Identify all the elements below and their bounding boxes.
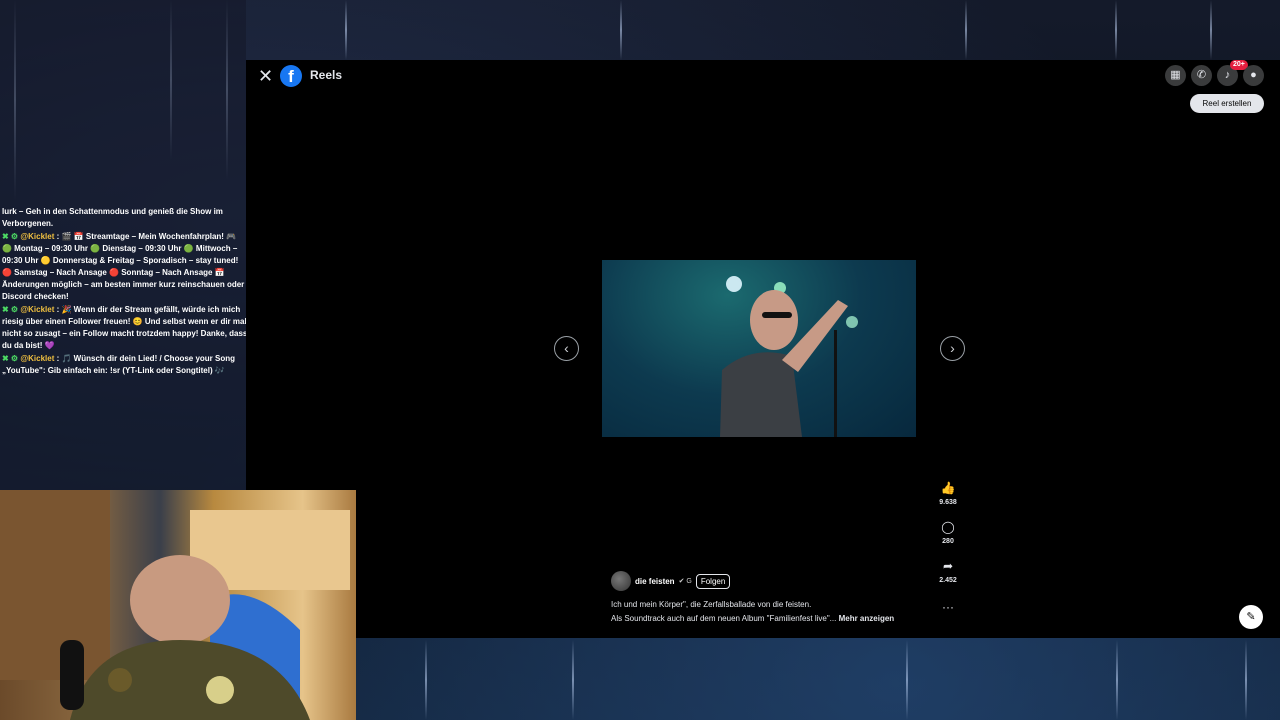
previous-reel-button[interactable]: ‹ bbox=[554, 336, 579, 361]
mod-badge-icon: ✖ ⚙ bbox=[2, 305, 21, 314]
chat-username: @Kicklet bbox=[20, 232, 55, 241]
mod-badge-icon: ✖ ⚙ bbox=[2, 354, 21, 363]
mod-badge-icon: ✖ ⚙ bbox=[2, 232, 21, 241]
rain-line bbox=[1116, 640, 1118, 720]
show-more-link[interactable]: Mehr anzeigen bbox=[839, 614, 895, 623]
chat-message-text: : 🎬 📅 Streamtage – Mein Wochenfahrplan! … bbox=[2, 232, 245, 301]
rain-line bbox=[1115, 0, 1117, 60]
caption-line-2-text: Als Soundtrack auch auf dem neuen Album … bbox=[611, 614, 837, 623]
chat-message: ✖ ⚙ @Kicklet : 🎬 📅 Streamtage – Mein Woc… bbox=[2, 231, 248, 303]
author-name[interactable]: die feisten bbox=[635, 577, 675, 586]
share-count: 2.452 bbox=[939, 577, 957, 584]
rain-line bbox=[572, 640, 574, 720]
facebook-reels-window: ✕ f Reels ▦ ✆ ♪ 20+ ● Reel erstellen ‹ ›… bbox=[246, 60, 1280, 638]
webcam-image bbox=[0, 490, 350, 720]
comment-icon: ◯ bbox=[941, 520, 955, 534]
menu-grid-icon[interactable]: ▦ bbox=[1165, 65, 1186, 86]
comment-action[interactable]: ◯ 280 bbox=[932, 520, 964, 545]
like-count: 9.638 bbox=[939, 499, 957, 506]
create-reel-label: Reel erstellen bbox=[1202, 99, 1252, 108]
video-frame-image bbox=[720, 276, 858, 437]
next-reel-button[interactable]: › bbox=[940, 336, 965, 361]
webcam-feed bbox=[0, 490, 356, 720]
rain-line bbox=[1210, 0, 1212, 60]
reel-author-row: die feisten ✔ G Folgen bbox=[611, 571, 731, 591]
reels-header: ✕ f Reels ▦ ✆ ♪ 20+ ● bbox=[246, 60, 1280, 94]
compose-edit-button[interactable]: ✎ bbox=[1239, 605, 1263, 629]
rain-line bbox=[965, 0, 967, 60]
profile-avatar-icon[interactable]: ● bbox=[1243, 65, 1264, 86]
rain-line bbox=[906, 640, 908, 720]
facebook-logo-icon[interactable]: f bbox=[280, 65, 302, 87]
rain-line bbox=[620, 0, 622, 60]
more-options-icon: ··· bbox=[942, 600, 954, 614]
share-action[interactable]: ➦ 2.452 bbox=[932, 559, 964, 584]
chat-message: ✖ ⚙ @Kicklet : 🎉 Wenn dir der Stream gef… bbox=[2, 304, 248, 352]
thumbs-up-icon: 👍 bbox=[940, 481, 956, 495]
rain-line bbox=[425, 640, 427, 720]
reel-video[interactable] bbox=[602, 260, 916, 437]
messenger-icon[interactable]: ✆ bbox=[1191, 65, 1212, 86]
create-reel-button[interactable]: Reel erstellen bbox=[1190, 94, 1264, 113]
share-icon: ➦ bbox=[942, 559, 954, 573]
caption-line-1: Ich und mein Körper", die Zerfallsballad… bbox=[611, 600, 812, 609]
author-avatar[interactable] bbox=[611, 571, 631, 591]
verified-badge-icon: ✔ G bbox=[678, 578, 692, 585]
page-title: Reels bbox=[310, 68, 343, 82]
caption-line-2: Als Soundtrack auch auf dem neuen Album … bbox=[611, 614, 894, 623]
rain-line bbox=[1245, 640, 1247, 720]
chat-username: @Kicklet bbox=[20, 354, 55, 363]
like-action[interactable]: 👍 9.638 bbox=[932, 481, 964, 506]
chat-message: lurk – Geh in den Schattenmodus und geni… bbox=[2, 206, 248, 230]
comment-count: 280 bbox=[942, 538, 954, 545]
chat-message-text: lurk – Geh in den Schattenmodus und geni… bbox=[2, 207, 223, 228]
chat-message: ✖ ⚙ @Kicklet : 🎵 Wünsch dir dein Lied! /… bbox=[2, 353, 248, 377]
follow-button[interactable]: Folgen bbox=[695, 573, 731, 589]
chat-message-list: lurk – Geh in den Schattenmodus und geni… bbox=[2, 206, 248, 378]
rain-line bbox=[345, 0, 347, 60]
close-icon[interactable]: ✕ bbox=[258, 66, 273, 86]
stream-chat-overlay: lurk – Geh in den Schattenmodus und geni… bbox=[0, 0, 248, 490]
more-options-button[interactable]: ··· bbox=[932, 600, 964, 614]
chat-username: @Kicklet bbox=[20, 305, 55, 314]
